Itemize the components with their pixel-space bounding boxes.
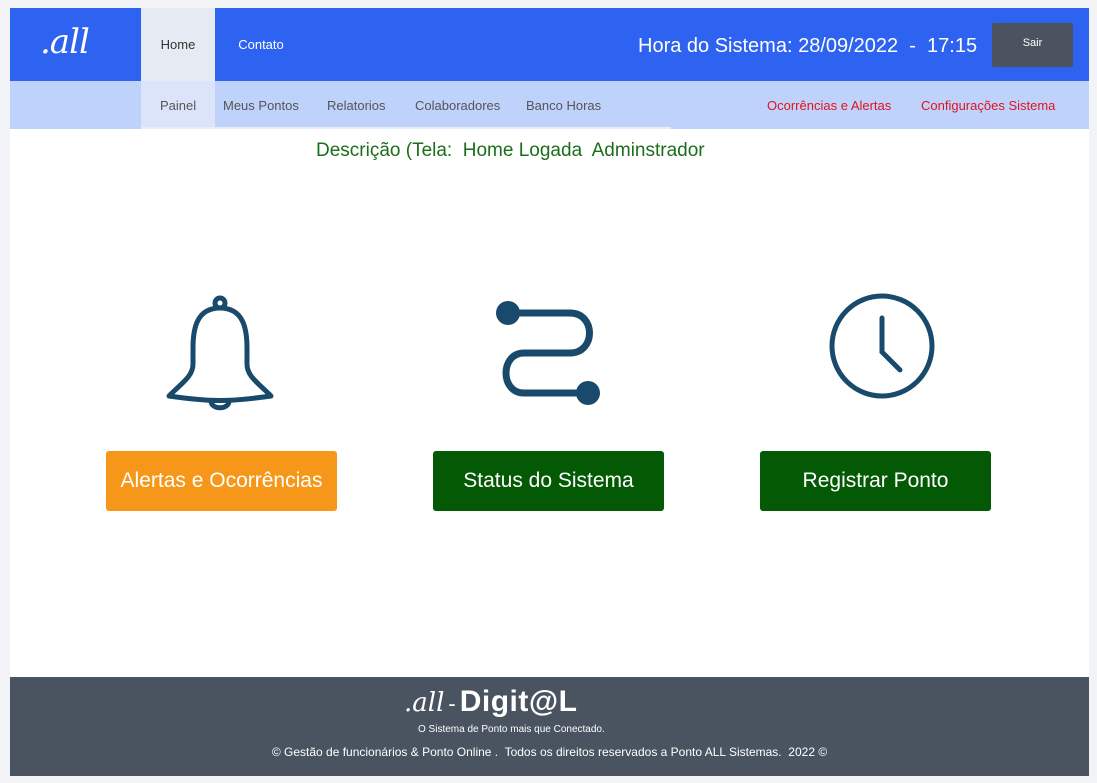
- footer-copyright: © Gestão de funcionários & Ponto Online …: [271, 745, 828, 759]
- system-time: Hora do Sistema: 28/09/2022 - 17:15: [638, 35, 978, 57]
- logout-button[interactable]: Sair: [992, 23, 1073, 67]
- footer-logo: .all - Digit@L: [404, 685, 577, 725]
- sub-navbar: Painel Meus Pontos Relatorios Colaborado…: [10, 81, 1089, 129]
- subnav-banco-horas[interactable]: Banco Horas: [526, 81, 601, 129]
- brand-logo[interactable]: .all: [40, 22, 90, 62]
- nav-home[interactable]: Home: [141, 8, 215, 81]
- subnav-meus-pontos[interactable]: Meus Pontos: [223, 81, 299, 129]
- app-frame: .all Home Contato Hora do Sistema: 28/09…: [10, 8, 1089, 776]
- footer-logo-all: .all: [404, 688, 445, 718]
- subnav-ocorrencias-alertas[interactable]: Ocorrências e Alertas: [767, 81, 891, 129]
- page-description: Descrição (Tela: Home Logada Adminstrado…: [316, 140, 705, 161]
- clock-icon: [829, 293, 935, 399]
- alertas-ocorrencias-button[interactable]: Alertas e Ocorrências: [106, 451, 337, 511]
- subnav-colaboradores[interactable]: Colaboradores: [415, 81, 500, 129]
- route-icon: [496, 301, 600, 405]
- subnav-divider: [141, 127, 671, 129]
- footer-logo-digital: Digit@L: [459, 685, 578, 718]
- footer: .all - Digit@L O Sistema de Ponto mais que…: [10, 677, 1089, 776]
- nav-contato[interactable]: Contato: [228, 8, 294, 81]
- footer-tagline: O Sistema de Ponto mais que Conectado.: [418, 724, 605, 735]
- subnav-painel[interactable]: Painel: [160, 81, 196, 129]
- subnav-relatorios[interactable]: Relatorios: [327, 81, 386, 129]
- top-navbar: .all Home Contato Hora do Sistema: 28/09…: [10, 8, 1089, 81]
- status-sistema-button[interactable]: Status do Sistema: [433, 451, 664, 511]
- subnav-configuracoes[interactable]: Configurações Sistema: [921, 81, 1055, 129]
- registrar-ponto-button[interactable]: Registrar Ponto: [760, 451, 991, 511]
- footer-logo-dash: -: [448, 691, 456, 716]
- bell-icon: [166, 295, 274, 411]
